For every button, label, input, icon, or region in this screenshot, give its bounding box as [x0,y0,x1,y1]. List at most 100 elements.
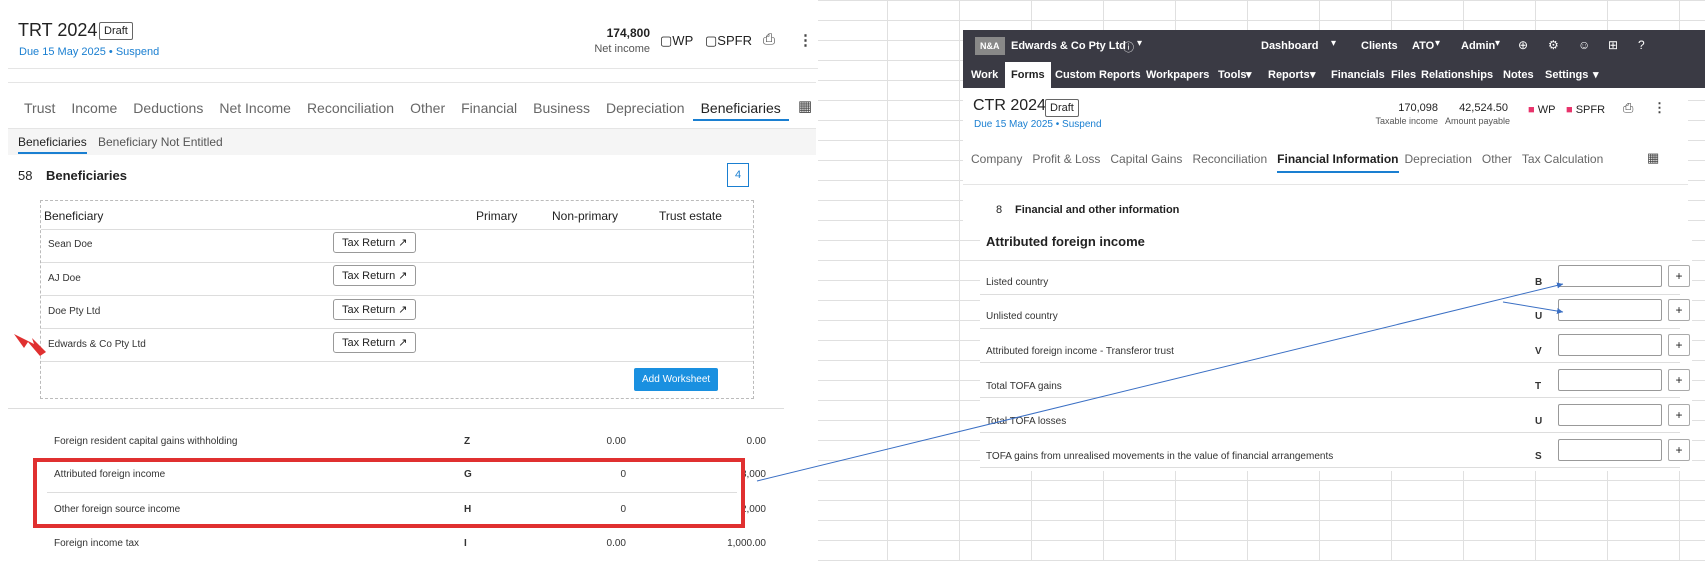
highlight-box [33,458,745,528]
row-divider [980,432,1680,433]
checkbox-icon: ▢ [660,33,673,48]
unlisted-country-field[interactable] [1558,299,1662,321]
afi-row-code: U [1535,311,1543,322]
add-button[interactable]: + [1668,299,1690,321]
tax-return-label: Tax Return [342,270,396,282]
external-link-icon: ↗ [398,270,408,282]
nav-settings[interactable]: Settings [1545,69,1588,81]
count-badge[interactable]: 4 [727,163,749,187]
print-icon[interactable]: ⎙ [1623,100,1633,116]
tab-deductions[interactable]: Deductions [125,97,211,119]
nav-custom-reports[interactable]: Custom Reports [1055,69,1141,81]
tofa-gains-field[interactable] [1558,369,1662,391]
suspend-link[interactable]: Suspend [116,46,159,58]
nav-relationships[interactable]: Relationships [1421,69,1493,81]
add-button[interactable]: + [1668,439,1690,461]
nav-files[interactable]: Files [1391,69,1416,81]
nav-financials[interactable]: Financials [1331,69,1385,81]
row-divider [980,328,1680,329]
chevron-down-icon[interactable]: ▾ [1331,38,1336,49]
beneficiary-name: Sean Doe [48,239,93,250]
suspend-link[interactable]: Suspend [1062,119,1101,130]
subtab-not-entitled[interactable]: Beneficiary Not Entitled [98,135,223,149]
beneficiary-name: AJ Doe [48,273,81,284]
tab-company[interactable]: Company [971,152,1022,166]
chevron-down-icon[interactable]: ▾ [1495,38,1500,49]
more-menu-icon[interactable]: ⋮ [798,31,813,49]
subtab-beneficiaries[interactable]: Beneficiaries [18,135,87,154]
nav-bar: Work Forms Custom Reports Workpapers Too… [963,62,1705,88]
chevron-down-icon[interactable]: ▾ [1593,68,1599,81]
tab-reconciliation[interactable]: Reconciliation [1192,152,1267,166]
tab-reconciliation[interactable]: Reconciliation [299,97,402,119]
tab-profit-loss[interactable]: Profit & Loss [1032,152,1100,166]
tab-other[interactable]: Other [1482,152,1512,166]
tab-beneficiaries[interactable]: Beneficiaries [692,97,789,121]
spfr-toggle[interactable]: ▢SPFR [705,33,752,49]
wp-toggle[interactable]: ▢WP [660,33,693,49]
grid-view-icon[interactable]: ▦ [1647,150,1659,166]
client-name[interactable]: Edwards & Co Pty Ltd [1011,40,1126,52]
tax-return-button[interactable]: Tax Return ↗ [333,232,417,253]
add-button[interactable]: + [1668,404,1690,426]
nav-workpapers[interactable]: Workpapers [1146,69,1209,81]
tax-return-button[interactable]: Tax Return ↗ [333,265,417,286]
wp-toggle[interactable]: ■ WP [1528,104,1555,116]
nav-tools[interactable]: Tools [1218,69,1247,81]
listed-country-field[interactable] [1558,265,1662,287]
info-icon[interactable]: ⓘ [1123,39,1134,55]
tab-tax-calculation[interactable]: Tax Calculation [1522,152,1603,166]
tofa-unrealised-field[interactable] [1558,439,1662,461]
add-button[interactable]: + [1668,334,1690,356]
add-worksheet-button[interactable]: Add Worksheet [634,368,719,391]
gift-icon[interactable]: ⊞ [1608,38,1618,52]
gear-icon[interactable]: ⚙ [1548,38,1559,52]
nav-work[interactable]: Work [971,69,998,81]
nav-reports[interactable]: Reports [1268,69,1310,81]
tab-net-income[interactable]: Net Income [211,97,299,119]
menu-dashboard[interactable]: Dashboard [1261,40,1318,52]
tab-capital-gains[interactable]: Capital Gains [1110,152,1182,166]
transferor-trust-field[interactable] [1558,334,1662,356]
afi-row-code: V [1535,346,1542,357]
user-icon[interactable]: ☺ [1578,38,1590,52]
tab-income[interactable]: Income [63,97,125,119]
header-non-primary: Non-primary [552,209,619,223]
chevron-down-icon[interactable]: ▾ [1310,68,1316,81]
tab-trust[interactable]: Trust [16,97,63,119]
tab-other[interactable]: Other [402,97,453,119]
tab-financial-information[interactable]: Financial Information [1277,152,1399,173]
more-menu-icon[interactable]: ⋮ [1653,100,1666,116]
tax-return-button[interactable]: Tax Return ↗ [333,299,417,320]
menu-clients[interactable]: Clients [1361,40,1398,52]
row-divider [41,328,753,329]
due-date-link[interactable]: 15 May 2025 [995,119,1053,130]
print-icon[interactable]: ⎙ [763,31,775,48]
tab-depreciation[interactable]: Depreciation [598,97,693,119]
menu-ato[interactable]: ATO [1412,40,1434,52]
tax-return-button[interactable]: Tax Return ↗ [333,332,417,353]
tab-business[interactable]: Business [525,97,598,119]
tab-financial[interactable]: Financial [453,97,525,119]
add-button[interactable]: + [1668,265,1690,287]
afi-row-code: B [1535,277,1543,288]
nav-notes[interactable]: Notes [1503,69,1534,81]
add-button[interactable]: + [1668,369,1690,391]
add-icon[interactable]: ⊕ [1518,38,1528,52]
spfr-toggle[interactable]: ■ SPFR [1566,104,1605,116]
grid-view-icon[interactable]: ▦ [798,97,812,115]
app-logo[interactable]: N&A [975,37,1005,55]
due-date-link[interactable]: 15 May 2025 [42,46,106,58]
menu-admin[interactable]: Admin [1461,40,1495,52]
nav-forms[interactable]: Forms [1005,62,1051,88]
tofa-losses-field[interactable] [1558,404,1662,426]
chevron-down-icon[interactable]: ▾ [1137,38,1142,49]
section-heading: Attributed foreign income [986,234,1145,249]
amount-payable-label: Amount payable [1444,116,1510,126]
income-row-code: Z [464,436,471,447]
taxable-income-label: Taxable income [1375,116,1438,126]
chevron-down-icon[interactable]: ▾ [1246,68,1252,81]
chevron-down-icon[interactable]: ▾ [1435,38,1440,49]
help-icon[interactable]: ? [1638,38,1645,52]
tab-depreciation[interactable]: Depreciation [1405,152,1472,166]
